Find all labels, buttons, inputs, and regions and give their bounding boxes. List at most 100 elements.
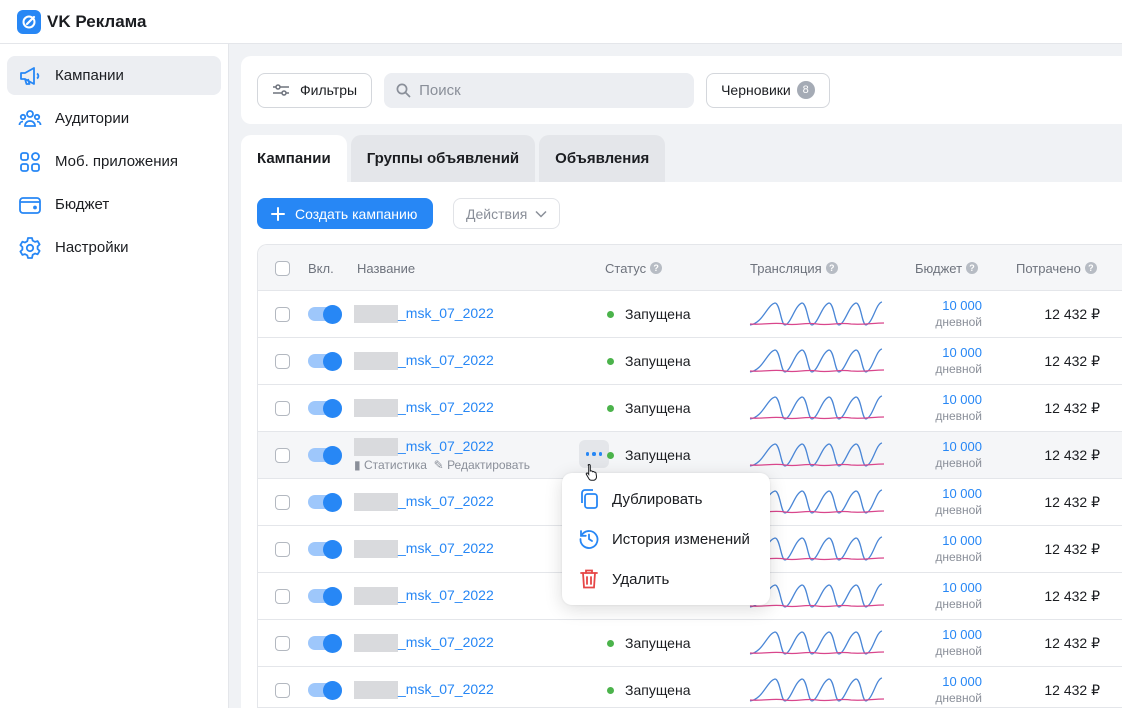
budget-value[interactable]: 10 000 xyxy=(942,392,982,408)
campaign-toggle[interactable] xyxy=(308,680,342,700)
row-select-cell xyxy=(275,385,290,431)
budget-cell: 10 000 дневной xyxy=(898,479,982,525)
app-title[interactable]: VK Реклама xyxy=(47,12,147,32)
edit-link[interactable]: ✎ Редактировать xyxy=(434,458,530,472)
bar-chart-icon: ▮ xyxy=(354,458,361,473)
campaign-name-link[interactable]: _msk_07_2022 xyxy=(354,398,494,417)
column-name[interactable]: Название xyxy=(357,245,415,291)
hand-pointer-cursor-icon xyxy=(585,463,598,481)
budget-value[interactable]: 10 000 xyxy=(942,345,982,361)
column-spent[interactable]: Потрачено? xyxy=(1016,245,1097,291)
spent-cell: 12 432 ₽ xyxy=(1002,432,1100,478)
status-dot xyxy=(607,451,614,459)
broadcast-sparkline xyxy=(749,385,885,431)
row-checkbox[interactable] xyxy=(275,682,290,698)
status-cell: Запущена xyxy=(607,432,691,478)
campaign-toggle[interactable] xyxy=(308,398,342,418)
campaign-toggle[interactable] xyxy=(308,351,342,371)
table-row[interactable]: _msk_07_2022 Запущена 10 000дневной 12 432 … xyxy=(258,338,1122,385)
sidebar-item-audiences[interactable]: Аудитории xyxy=(7,99,221,138)
sidebar-item-budget[interactable]: Бюджет xyxy=(7,185,221,224)
row-checkbox[interactable] xyxy=(275,353,290,369)
row-checkbox[interactable] xyxy=(275,306,290,322)
sidebar-item-settings[interactable]: Настройки xyxy=(7,228,221,267)
campaign-toggle[interactable] xyxy=(308,445,342,465)
campaign-name-link[interactable]: _msk_07_2022 xyxy=(354,586,494,605)
table-row[interactable]: _msk_07_2022 ▮ Статистика ✎ Редактировать… xyxy=(258,432,1122,479)
history-menu-item[interactable]: История изменений xyxy=(562,519,770,559)
spent-cell: 12 432 ₽ xyxy=(1002,620,1100,666)
row-checkbox[interactable] xyxy=(275,400,290,416)
campaign-name-link[interactable]: _msk_07_2022 xyxy=(354,680,494,699)
budget-value[interactable]: 10 000 xyxy=(942,439,982,455)
status-dot xyxy=(607,686,614,694)
redacted-name xyxy=(354,351,398,370)
campaign-name-link[interactable]: _msk_07_2022 xyxy=(354,492,494,511)
sidebar-item-label: Кампании xyxy=(55,67,124,84)
budget-value[interactable]: 10 000 xyxy=(942,486,982,502)
campaign-name-link[interactable]: _msk_07_2022 xyxy=(354,351,494,370)
help-icon[interactable]: ? xyxy=(825,262,838,274)
row-checkbox[interactable] xyxy=(275,635,290,651)
row-checkbox[interactable] xyxy=(275,447,290,463)
budget-value[interactable]: 10 000 xyxy=(942,298,982,314)
campaign-toggle[interactable] xyxy=(308,492,342,512)
help-icon[interactable]: ? xyxy=(1084,262,1097,274)
trash-icon xyxy=(578,568,600,590)
table-row[interactable]: _msk_07_2022 Запущена 10 000дневной 12 432 … xyxy=(258,291,1122,338)
budget-value[interactable]: 10 000 xyxy=(942,533,982,549)
broadcast-sparkline xyxy=(749,432,885,478)
vk-ads-logo-icon[interactable] xyxy=(17,9,41,34)
top-bar: VK Реклама xyxy=(0,0,1122,44)
select-all-checkbox[interactable] xyxy=(275,260,290,276)
table-row[interactable]: _msk_07_2022 Запущена 10 000дневной 12 432 … xyxy=(258,667,1122,707)
table-row[interactable]: _msk_07_2022 Запущена 10 000дневной 12 432 … xyxy=(258,620,1122,667)
budget-period: дневной xyxy=(935,549,982,564)
row-checkbox[interactable] xyxy=(275,588,290,604)
copy-icon xyxy=(578,488,600,510)
table-row[interactable]: _msk_07_2022 Запущена 10 000дневной 12 432 … xyxy=(258,385,1122,432)
campaign-toggle[interactable] xyxy=(308,539,342,559)
column-broadcast[interactable]: Трансляция? xyxy=(750,245,838,291)
column-status[interactable]: Статус? xyxy=(605,245,663,291)
sidebar-item-campaigns[interactable]: Кампании xyxy=(7,56,221,95)
search-input[interactable] xyxy=(419,81,680,99)
budget-value[interactable]: 10 000 xyxy=(942,674,982,690)
sidebar-item-mobile-apps[interactable]: Моб. приложения xyxy=(7,142,221,181)
duplicate-menu-item[interactable]: Дублировать xyxy=(562,479,770,519)
campaign-name-link[interactable]: _msk_07_2022 xyxy=(354,437,494,456)
budget-value[interactable]: 10 000 xyxy=(942,580,982,596)
tab-campaigns[interactable]: Кампании xyxy=(241,135,347,182)
filters-button[interactable]: Фильтры xyxy=(257,72,373,108)
stats-link[interactable]: ▮ Статистика xyxy=(354,458,427,472)
name-cell: _msk_07_2022 xyxy=(354,291,494,337)
drafts-button[interactable]: Черновики 8 xyxy=(706,72,830,108)
actions-dropdown[interactable]: Действия xyxy=(453,198,561,229)
row-select-cell xyxy=(275,338,290,384)
tab-ad-groups[interactable]: Группы объявлений xyxy=(350,135,536,182)
campaign-name-link[interactable]: _msk_07_2022 xyxy=(354,304,494,323)
row-select-cell xyxy=(275,667,290,707)
campaign-name-link[interactable]: _msk_07_2022 xyxy=(354,633,494,652)
campaign-toggle[interactable] xyxy=(308,304,342,324)
campaign-toggle[interactable] xyxy=(308,633,342,653)
help-icon[interactable]: ? xyxy=(650,262,663,274)
column-budget[interactable]: Бюджет? xyxy=(915,245,979,291)
row-checkbox[interactable] xyxy=(275,541,290,557)
toggle-cell xyxy=(308,291,342,337)
tab-ads[interactable]: Объявления xyxy=(539,135,666,182)
campaign-toggle[interactable] xyxy=(308,586,342,606)
budget-value[interactable]: 10 000 xyxy=(942,627,982,643)
help-icon[interactable]: ? xyxy=(966,262,979,274)
campaign-name-link[interactable]: _msk_07_2022 xyxy=(354,539,494,558)
filters-label: Фильтры xyxy=(300,82,358,98)
broadcast-sparkline xyxy=(749,291,885,337)
row-checkbox[interactable] xyxy=(275,494,290,510)
search-box[interactable] xyxy=(384,72,695,108)
budget-period: дневной xyxy=(935,596,982,611)
delete-menu-item[interactable]: Удалить xyxy=(562,559,770,599)
budget-period: дневной xyxy=(935,502,982,517)
status-dot xyxy=(607,404,614,412)
pencil-icon: ✎ xyxy=(433,458,444,473)
create-campaign-button[interactable]: Создать кампанию xyxy=(257,198,434,229)
